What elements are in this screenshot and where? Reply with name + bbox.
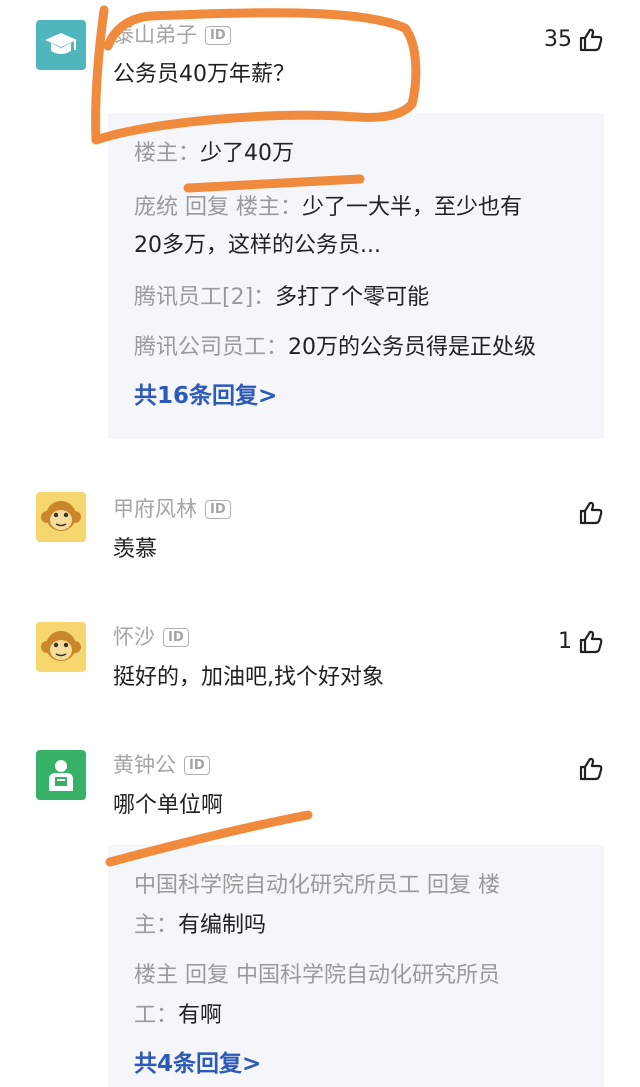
- thumbs-up-icon: [579, 501, 603, 525]
- reply-author[interactable]: 工：: [134, 1003, 178, 1028]
- reply-author[interactable]: 楼主 回复 中国科学院自动化研究所员: [134, 963, 500, 988]
- reply-item[interactable]: 楼主：少了40万: [134, 135, 588, 173]
- reply-author[interactable]: 楼主：: [134, 141, 200, 166]
- id-badge: ID: [163, 627, 189, 647]
- reply-author[interactable]: 主：: [134, 913, 178, 938]
- reply-text: 有编制吗: [178, 913, 267, 938]
- comment-text: 哪个单位啊: [113, 793, 224, 818]
- reply-item[interactable]: 腾讯员工[2]：多打了个零可能: [134, 279, 588, 317]
- person-icon: [49, 760, 73, 791]
- avatar[interactable]: [36, 750, 86, 800]
- reply-text: 少了一大半，至少也有: [302, 195, 523, 220]
- reply-box: 楼主：少了40万 庞统 回复 楼主：少了一大半，至少也有 20多万，这样的公务员…: [108, 113, 604, 439]
- id-badge: ID: [205, 25, 231, 45]
- monkey-icon: [41, 501, 81, 531]
- username[interactable]: 黄钟公 ID: [113, 751, 210, 779]
- username[interactable]: 泰山弟子 ID: [113, 21, 231, 49]
- like-count: 1: [558, 629, 572, 654]
- id-badge: ID: [184, 755, 210, 775]
- reply-text: 少了40万: [200, 141, 295, 166]
- username-text[interactable]: 黄钟公: [113, 751, 176, 779]
- comment-text: 公务员40万年薪？: [113, 62, 295, 87]
- monkey-icon: [41, 631, 81, 661]
- reply-text: 有啊: [178, 1003, 223, 1028]
- reply-item[interactable]: 中国科学院自动化研究所员工 回复 楼: [134, 867, 588, 905]
- reply-item[interactable]: 庞统 回复 楼主：少了一大半，至少也有: [134, 189, 588, 227]
- reply-text: 多打了个零可能: [275, 285, 430, 310]
- username-text[interactable]: 怀沙: [113, 623, 155, 651]
- avatar[interactable]: [36, 622, 86, 672]
- username-text[interactable]: 泰山弟子: [113, 21, 197, 49]
- reply-author[interactable]: 腾讯员工[2]：: [134, 285, 275, 310]
- reply-item-continued: 主：有编制吗: [134, 907, 588, 945]
- reply-item-continued: 20多万，这样的公务员...: [134, 227, 588, 265]
- like-button[interactable]: 1: [558, 628, 604, 656]
- reply-text: 20万的公务员得是正处级: [288, 335, 537, 360]
- reply-text: 20多万，这样的公务员...: [134, 233, 381, 258]
- reply-author[interactable]: 腾讯公司员工：: [134, 335, 288, 360]
- more-replies-link[interactable]: 共4条回复>: [134, 1049, 261, 1079]
- like-button[interactable]: [572, 756, 604, 782]
- username[interactable]: 怀沙 ID: [113, 623, 189, 651]
- reply-author[interactable]: 庞统 回复 楼主：: [134, 195, 302, 220]
- thumbs-up-icon: [579, 757, 603, 781]
- username-text[interactable]: 甲府风林: [113, 495, 197, 523]
- reply-item[interactable]: 腾讯公司员工：20万的公务员得是正处级: [134, 329, 588, 367]
- id-badge: ID: [205, 499, 231, 519]
- comment-text: 羡慕: [113, 537, 158, 562]
- reply-item-continued: 工：有啊: [134, 997, 588, 1035]
- thumbs-up-icon: [579, 630, 603, 654]
- comments-page: 泰山弟子 ID 公务员40万年薪？ 35 楼主：少了40万 庞统 回复 楼主：少…: [0, 0, 640, 1087]
- reply-item[interactable]: 楼主 回复 中国科学院自动化研究所员: [134, 957, 588, 995]
- avatar[interactable]: [36, 492, 86, 542]
- username[interactable]: 甲府风林 ID: [113, 495, 231, 523]
- more-replies-link[interactable]: 共16条回复>: [134, 381, 277, 411]
- thumbs-up-icon: [579, 28, 603, 52]
- like-button[interactable]: [572, 500, 604, 526]
- graduation-cap-icon: [45, 33, 77, 54]
- reply-box: 中国科学院自动化研究所员工 回复 楼 主：有编制吗 楼主 回复 中国科学院自动化…: [108, 845, 604, 1087]
- like-count: 35: [544, 27, 572, 52]
- reply-author[interactable]: 中国科学院自动化研究所员工 回复 楼: [134, 873, 500, 898]
- comment-text: 挺好的，加油吧,找个好对象: [113, 665, 384, 690]
- avatar[interactable]: [36, 20, 86, 70]
- like-button[interactable]: 35: [544, 26, 604, 54]
